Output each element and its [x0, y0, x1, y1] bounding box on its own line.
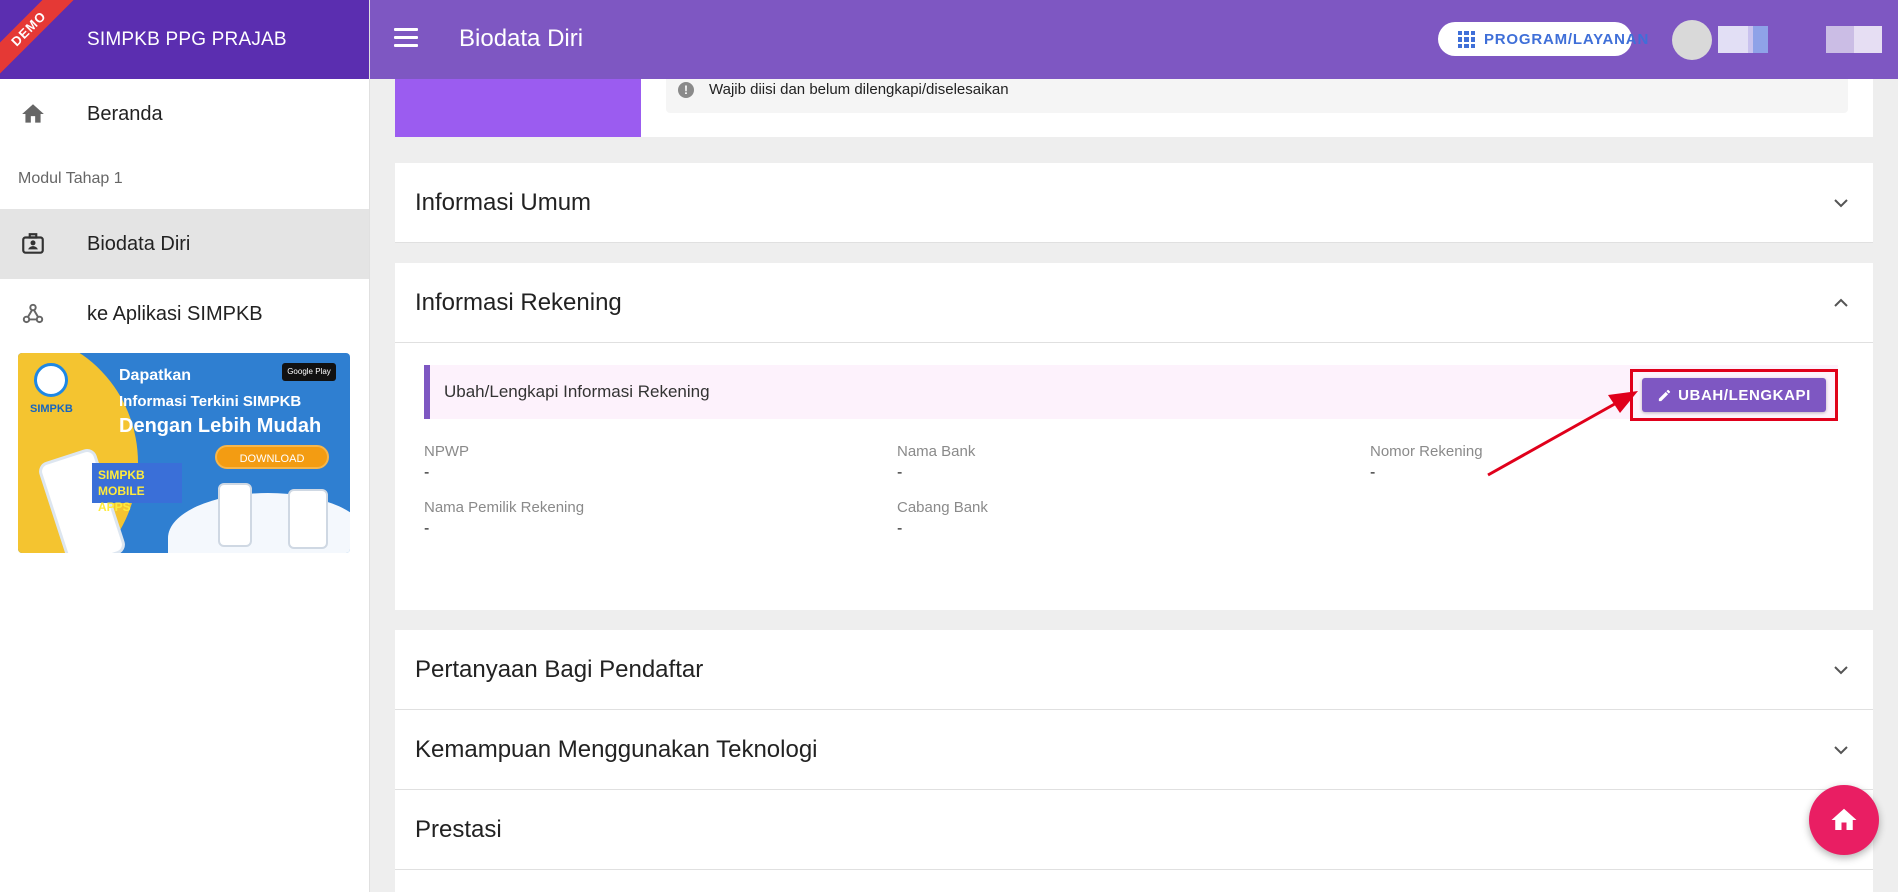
phone-illustration-icon	[288, 489, 328, 549]
banner-apps-line-1: SIMPKB	[98, 468, 145, 482]
field-value: -	[897, 464, 903, 481]
panel-header[interactable]: Informasi Rekening	[395, 263, 1873, 343]
panel-title: Informasi Umum	[415, 188, 592, 216]
panel-header[interactable]: Informasi Umum	[395, 163, 1873, 243]
home-icon	[22, 104, 44, 123]
panel-header[interactable]: Pertanyaan Bagi Pendaftar	[395, 630, 1873, 710]
brand-header: DEMO SIMPKB PPG PRAJAB	[0, 0, 369, 79]
field-value: -	[1370, 464, 1376, 481]
field-nomor-rekening: Nomor Rekening -	[1370, 443, 1483, 482]
field-nama-pemilik-rekening: Nama Pemilik Rekening -	[424, 499, 584, 538]
redacted-username	[1718, 26, 1768, 53]
home-icon	[1831, 808, 1857, 830]
redacted-user-info	[1826, 26, 1882, 53]
panel-kemampuan-teknologi: Kemampuan Menggunakan Teknologi	[395, 710, 1873, 790]
ubah-lengkapi-label: UBAH/LENGKAPI	[1678, 386, 1811, 404]
menu-icon[interactable]	[394, 28, 418, 48]
edit-rekening-text: Ubah/Lengkapi Informasi Rekening	[444, 382, 710, 401]
progress-color-block	[395, 79, 641, 137]
banner-line-3: Dengan Lebih Mudah	[119, 415, 322, 437]
pencil-icon	[1658, 389, 1671, 401]
panel-title: Pertanyaan Bagi Pendaftar	[415, 655, 704, 683]
field-value: -	[424, 520, 430, 537]
sidebar-item-beranda[interactable]: Beranda	[0, 79, 369, 149]
panel-informasi-umum: Informasi Umum	[395, 163, 1873, 243]
apps-grid-icon	[1458, 31, 1475, 48]
chevron-down-icon	[1834, 745, 1848, 754]
panel-pertanyaan-pendaftar: Pertanyaan Bagi Pendaftar	[395, 630, 1873, 710]
requirement-notice-text: Wajib diisi dan belum dilengkapi/diseles…	[709, 81, 1009, 98]
alert-circle-icon: !	[678, 82, 694, 98]
id-badge-icon	[22, 233, 44, 254]
field-nama-bank: Nama Bank -	[897, 443, 975, 482]
banner-line-1: Dapatkan	[119, 367, 192, 384]
sidebar: DEMO SIMPKB PPG PRAJAB Beranda Modul Tah…	[0, 0, 370, 892]
brand-title[interactable]: SIMPKB PPG PRAJAB	[87, 29, 287, 51]
main-content: ! Wajib diisi dan belum dilengkapi/disel…	[370, 79, 1898, 892]
home-fab-button[interactable]	[1809, 785, 1879, 855]
phone-illustration-icon	[218, 483, 252, 547]
tutwuri-logo-icon	[34, 363, 68, 397]
panel-informasi-rekening: Informasi Rekening Ubah/Lengkapi Informa…	[395, 263, 1873, 610]
chevron-up-icon	[1834, 298, 1848, 307]
chevron-down-icon	[1834, 665, 1848, 674]
banner-line-2: Informasi Terkini SIMPKB	[119, 393, 302, 410]
sidebar-item-label: ke Aplikasi SIMPKB	[87, 302, 263, 325]
panel-title: Prestasi	[415, 815, 502, 843]
requirement-notice: ! Wajib diisi dan belum dilengkapi/disel…	[666, 79, 1848, 113]
annotation-arrow-icon	[1487, 391, 1638, 477]
page-title: Biodata Diri	[459, 25, 584, 52]
field-value: -	[424, 464, 430, 481]
program-layanan-button[interactable]: PROGRAM/LAYANAN	[1438, 22, 1648, 56]
banner-apps-line-2: MOBILE APPS	[98, 484, 145, 514]
banner-download-button: DOWNLOAD	[215, 445, 329, 469]
google-play-badge-icon: Google Play	[282, 363, 336, 381]
banner-apps-label: SIMPKB MOBILE APPS	[92, 463, 182, 514]
sidebar-item-biodata-diri[interactable]: Biodata Diri	[0, 209, 369, 279]
sidebar-item-label: Beranda	[87, 102, 163, 125]
webhook-icon	[22, 303, 44, 324]
panel-header[interactable]: Prestasi	[395, 790, 1873, 870]
panel-title: Informasi Rekening	[415, 288, 622, 316]
field-label: Nama Pemilik Rekening	[424, 499, 585, 516]
sidebar-section-label: Modul Tahap 1	[18, 170, 123, 187]
demo-ribbon: DEMO	[0, 0, 83, 79]
chevron-down-icon	[1834, 198, 1848, 207]
field-npwp: NPWP -	[424, 443, 469, 482]
field-label: Nama Bank	[897, 443, 976, 460]
field-cabang-bank: Cabang Bank -	[897, 499, 988, 538]
field-value: -	[897, 520, 903, 537]
field-label: Nomor Rekening	[1370, 443, 1483, 460]
banner-logo-text: SIMPKB	[30, 403, 73, 415]
top-app-bar: Biodata Diri PROGRAM/LAYANAN	[370, 0, 1898, 79]
program-layanan-label: PROGRAM/LAYANAN	[1484, 30, 1650, 48]
annotation-highlight-box: UBAH/LENGKAPI	[1630, 369, 1838, 421]
panel-prestasi: Prestasi	[395, 790, 1873, 892]
field-label: Cabang Bank	[897, 499, 988, 516]
field-label: NPWP	[424, 443, 469, 460]
progress-summary-card: ! Wajib diisi dan belum dilengkapi/disel…	[395, 79, 1873, 137]
ubah-lengkapi-button[interactable]: UBAH/LENGKAPI	[1642, 378, 1826, 412]
mobile-app-banner[interactable]: SIMPKB Dapatkan Google Play Informasi Te…	[18, 353, 350, 553]
sidebar-item-aplikasi-simpkb[interactable]: ke Aplikasi SIMPKB	[0, 279, 369, 349]
panel-header[interactable]: Kemampuan Menggunakan Teknologi	[395, 710, 1873, 790]
avatar[interactable]	[1672, 20, 1712, 60]
sidebar-item-label: Biodata Diri	[87, 232, 191, 255]
panel-title: Kemampuan Menggunakan Teknologi	[415, 735, 818, 763]
